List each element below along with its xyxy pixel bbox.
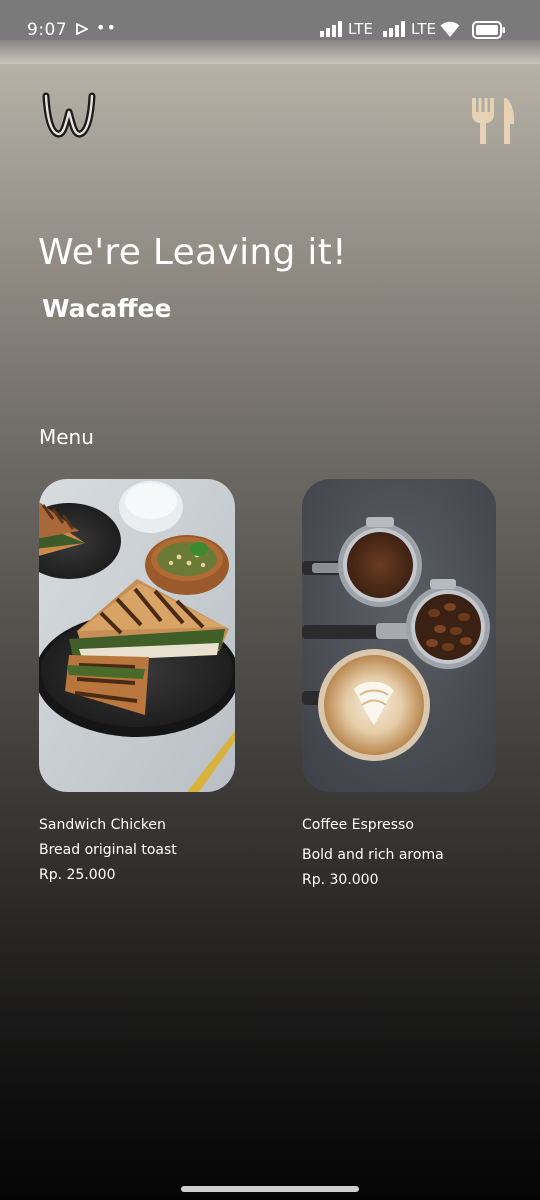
sandwich-photo[interactable] <box>39 479 235 792</box>
signal-icon <box>383 21 405 37</box>
network-label: LTE <box>411 20 436 38</box>
menu-item-name: Sandwich Chicken <box>39 817 166 833</box>
menu-section-title: Menu <box>39 425 94 449</box>
menu-item-price: Rp. 25.000 <box>39 867 116 883</box>
wifi-icon <box>440 21 460 37</box>
brand-name: Wacaffee <box>42 294 172 323</box>
battery-icon <box>472 21 505 39</box>
network-label: LTE <box>348 20 373 38</box>
menu-item-description: Bread original toast <box>39 842 177 858</box>
signal-icon <box>320 21 342 37</box>
menu-item-card[interactable]: Sandwich Chicken Bread original toast Rp… <box>39 479 235 883</box>
play-notification-icon <box>76 23 88 35</box>
coffee-photo[interactable] <box>302 479 496 792</box>
app-screen: 9:07 •• LTE LTE We're Leaving it! Wacaff… <box>0 0 540 1200</box>
w-logo-icon[interactable] <box>42 92 96 138</box>
status-time: 9:07 <box>27 20 68 40</box>
status-bar-fade <box>0 40 540 64</box>
menu-item-price: Rp. 30.000 <box>302 872 379 888</box>
menu-item-description: Bold and rich aroma <box>302 847 444 863</box>
page-headline: We're Leaving it! <box>38 232 347 273</box>
status-more-icon: •• <box>96 18 117 37</box>
menu-item-card[interactable]: Coffee Espresso Bold and rich aroma Rp. … <box>302 479 496 888</box>
home-indicator[interactable] <box>181 1186 359 1192</box>
menu-item-name: Coffee Espresso <box>302 817 414 833</box>
fork-knife-icon[interactable] <box>470 96 516 146</box>
